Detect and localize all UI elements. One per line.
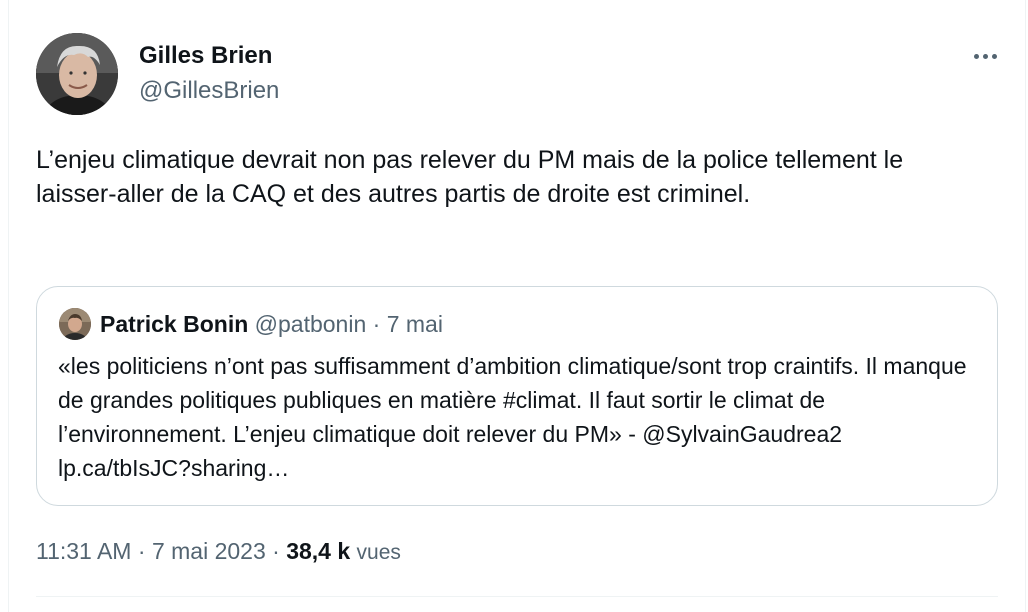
quoted-avatar-photo-icon [59, 308, 91, 340]
divider [36, 596, 998, 597]
quoted-header: Patrick Bonin @patbonin · 7 mai [100, 309, 443, 339]
quoted-author-name: Patrick Bonin [100, 311, 249, 337]
meta-separator: · [137, 538, 146, 564]
tweet-time[interactable]: 11:31 AM [36, 538, 131, 564]
views-count: 38,4 k [286, 538, 351, 564]
avatar-photo-icon [36, 33, 118, 115]
tweet-meta: 11:31 AM · 7 mai 2023 · 38,4 k vues [36, 535, 401, 569]
more-dot [982, 53, 988, 59]
quoted-tweet[interactable]: Patrick Bonin @patbonin · 7 mai «les pol… [36, 286, 998, 506]
more-horizontal-icon [973, 53, 979, 59]
views-label: vues [356, 541, 401, 564]
author-name[interactable]: Gilles Brien [139, 42, 272, 70]
tweet-card: Gilles Brien @GillesBrien L’enjeu climat… [8, 0, 1026, 612]
quoted-author-handle: @patbonin [254, 311, 367, 337]
meta-separator: · [272, 538, 280, 564]
tweet-date[interactable]: 7 mai 2023 [152, 538, 266, 564]
quoted-author-avatar [59, 308, 91, 340]
quoted-text: «les politiciens n’ont pas suffisamment … [58, 353, 967, 481]
more-dot [991, 53, 997, 59]
author-handle[interactable]: @GillesBrien [139, 77, 279, 105]
author-avatar[interactable] [36, 33, 118, 115]
tweet-text: L’enjeu climatique devrait non pas relev… [36, 146, 904, 208]
quoted-date: 7 mai [386, 311, 443, 337]
more-options-button[interactable] [965, 42, 1005, 70]
quoted-separator: · [372, 311, 381, 337]
